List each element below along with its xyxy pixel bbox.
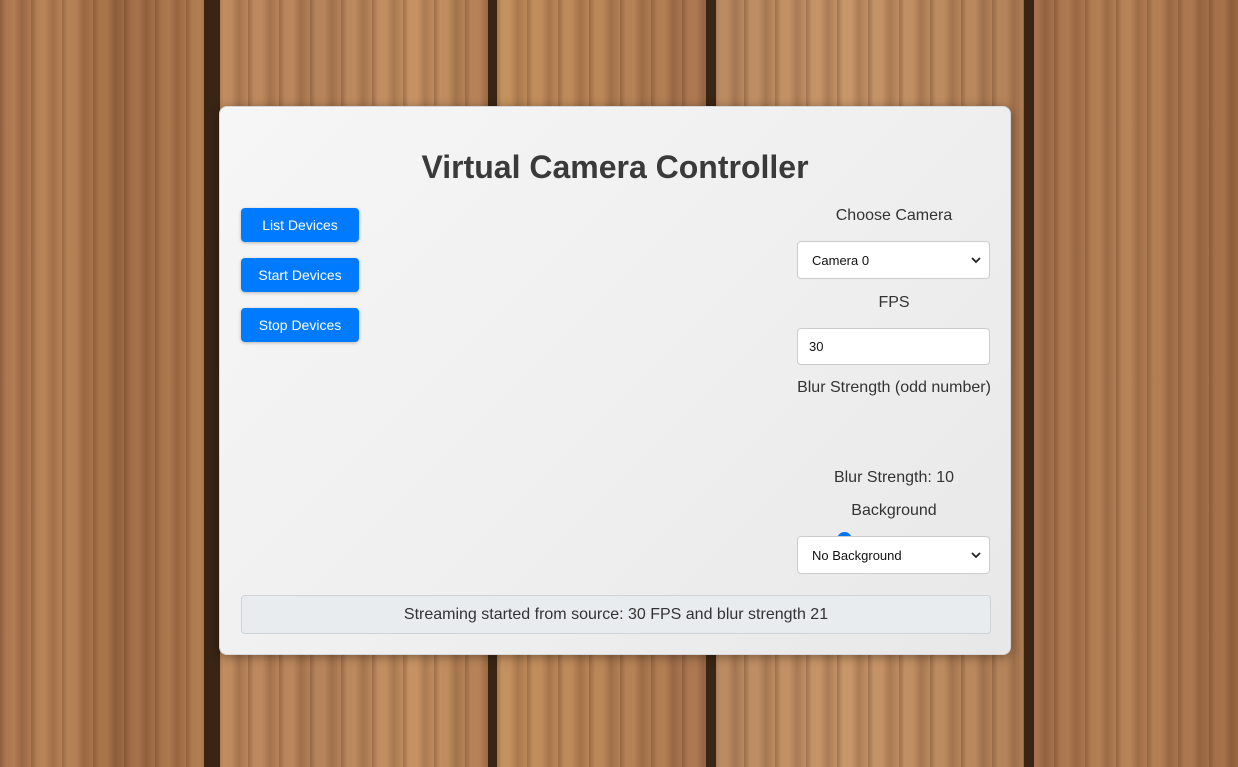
background-select[interactable]: No Background <box>797 536 990 574</box>
background-select-value: No Background <box>812 548 902 563</box>
start-devices-button[interactable]: Start Devices <box>241 258 359 292</box>
stop-devices-button[interactable]: Stop Devices <box>241 308 359 342</box>
controller-panel: Virtual Camera Controller List Devices S… <box>219 106 1011 655</box>
status-message: Streaming started from source: 30 FPS an… <box>241 595 991 634</box>
background-label: Background <box>851 502 937 519</box>
chevron-down-icon <box>971 257 981 264</box>
fps-label: FPS <box>878 294 910 311</box>
blur-value-text: Blur Strength: 10 <box>833 469 955 486</box>
camera-select[interactable]: Camera 0 <box>797 241 990 279</box>
page-title: Virtual Camera Controller <box>421 149 809 185</box>
camera-label: Choose Camera <box>835 207 953 224</box>
camera-select-value: Camera 0 <box>812 253 870 268</box>
blur-label: Blur Strength (odd number) <box>797 379 991 396</box>
chevron-down-icon <box>971 552 981 559</box>
list-devices-button[interactable]: List Devices <box>241 208 359 242</box>
fps-input[interactable] <box>797 328 990 365</box>
